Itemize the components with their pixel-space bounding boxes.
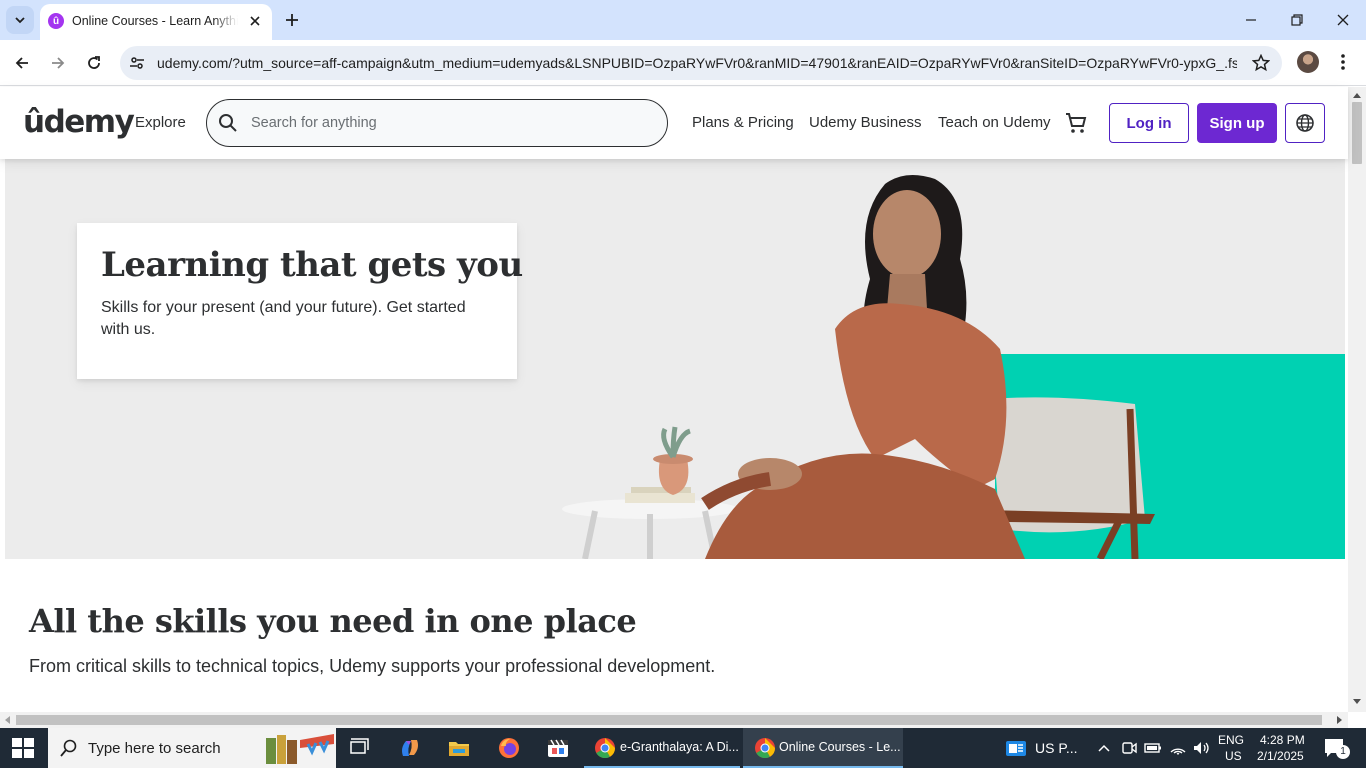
- reload-button[interactable]: [79, 48, 109, 78]
- login-button[interactable]: Log in: [1109, 103, 1189, 143]
- minimize-icon: [1246, 19, 1256, 21]
- language-button[interactable]: [1285, 103, 1325, 143]
- scroll-left-arrow[interactable]: [5, 716, 10, 724]
- browser-menu-button[interactable]: [1333, 52, 1353, 72]
- shopping-cart-icon[interactable]: [1064, 111, 1088, 135]
- udemy-favicon-icon: û: [48, 13, 64, 29]
- taskbar-app-egranthalaya[interactable]: e-Granthalaya: A Di...: [584, 728, 740, 768]
- language-indicator-top[interactable]: ENG: [1218, 733, 1244, 747]
- explore-menu[interactable]: Explore: [135, 114, 186, 131]
- restore-icon: [1291, 14, 1303, 26]
- tab-search-button[interactable]: [6, 6, 34, 34]
- reload-icon: [88, 56, 100, 69]
- scroll-down-arrow[interactable]: [1353, 699, 1361, 704]
- browser-tab-bar: û Online Courses - Learn Anything, On Yo…: [0, 0, 1366, 40]
- chrome-icon: [595, 738, 616, 759]
- profile-avatar[interactable]: [1297, 51, 1319, 73]
- taskbar-app-udemy[interactable]: Online Courses - Le...: [743, 728, 903, 768]
- taskbar-app-label: e-Granthalaya: A Di...: [620, 740, 739, 754]
- globe-icon: [1296, 114, 1314, 132]
- search-highlight-books-icon: [266, 734, 334, 764]
- arrow-left-icon: [15, 57, 28, 69]
- taskbar-search-text: Type here to search: [88, 740, 221, 757]
- tab-close-button[interactable]: [246, 12, 264, 30]
- vertical-scrollbar[interactable]: [1348, 87, 1366, 712]
- hero-banner: Learning that gets you Skills for your p…: [5, 159, 1345, 559]
- clock-date[interactable]: 2/1/2025: [1257, 749, 1304, 763]
- windows-start-icon[interactable]: [12, 738, 34, 758]
- search-bar: [206, 99, 668, 147]
- windows-taskbar: Type here to search e-Granthalaya: A Di.…: [0, 728, 1366, 768]
- weather-icon[interactable]: [1004, 736, 1028, 760]
- arrow-right-icon: [52, 57, 65, 69]
- notification-badge: 1: [1336, 745, 1350, 759]
- plus-icon: [286, 14, 298, 26]
- site-header: ûdemy Explore Plans & Pricing Udemy Busi…: [0, 87, 1348, 159]
- copilot-icon[interactable]: [398, 736, 422, 760]
- udemy-logo[interactable]: ûdemy: [23, 104, 135, 140]
- close-window-button[interactable]: [1329, 6, 1357, 34]
- udemy-business-link[interactable]: Udemy Business: [809, 114, 922, 131]
- new-tab-button[interactable]: [281, 9, 303, 31]
- weather-text[interactable]: US P...: [1035, 740, 1078, 756]
- vertical-scroll-thumb[interactable]: [1352, 102, 1362, 164]
- scroll-right-arrow[interactable]: [1337, 716, 1342, 724]
- language-indicator-bottom[interactable]: US: [1225, 749, 1242, 763]
- hero-subtitle: Skills for your present (and your future…: [101, 299, 466, 338]
- signup-button[interactable]: Sign up: [1197, 103, 1277, 143]
- browser-tab-udemy[interactable]: û Online Courses - Learn Anything, On Yo…: [40, 4, 272, 40]
- browser-toolbar: udemy.com/?utm_source=aff-campaign&utm_m…: [0, 40, 1366, 86]
- hero-illustration: [562, 175, 1155, 559]
- minimize-button[interactable]: [1237, 6, 1265, 34]
- horizontal-scrollbar[interactable]: [0, 712, 1348, 728]
- firefox-icon[interactable]: [497, 736, 521, 760]
- hero-title: Learning that gets you: [101, 245, 523, 285]
- teach-on-udemy-link[interactable]: Teach on Udemy: [938, 114, 1051, 131]
- chrome-icon: [755, 738, 776, 759]
- close-icon: [1337, 14, 1349, 26]
- more-vertical-icon: [1341, 54, 1345, 70]
- tab-title: Online Courses - Learn Anything, On Your…: [72, 14, 238, 28]
- clock-time[interactable]: 4:28 PM: [1260, 733, 1305, 747]
- close-icon: [250, 16, 260, 26]
- address-bar[interactable]: udemy.com/?utm_source=aff-campaign&utm_m…: [120, 46, 1282, 80]
- hero-card: Learning that gets you Skills for your p…: [77, 223, 523, 379]
- search-icon: [60, 739, 77, 757]
- taskbar-search-box[interactable]: Type here to search: [48, 728, 336, 768]
- bookmark-star-icon[interactable]: [1252, 54, 1270, 72]
- site-info-icon[interactable]: [128, 54, 146, 72]
- plans-pricing-link[interactable]: Plans & Pricing: [692, 114, 794, 131]
- battery-icon[interactable]: [1143, 738, 1163, 758]
- skills-heading: All the skills you need in one place: [29, 602, 637, 640]
- meet-now-icon[interactable]: [1119, 738, 1139, 758]
- file-explorer-icon[interactable]: [447, 736, 471, 760]
- wifi-icon[interactable]: [1168, 738, 1188, 758]
- video-editor-icon[interactable]: [546, 736, 570, 760]
- forward-button[interactable]: [43, 48, 73, 78]
- scroll-up-arrow[interactable]: [1353, 93, 1361, 98]
- task-view-icon[interactable]: [348, 736, 372, 760]
- search-icon[interactable]: [218, 113, 238, 133]
- back-button[interactable]: [7, 48, 37, 78]
- skills-subtitle: From critical skills to technical topics…: [29, 656, 716, 676]
- restore-button[interactable]: [1283, 6, 1311, 34]
- url-text[interactable]: udemy.com/?utm_source=aff-campaign&utm_m…: [157, 55, 1237, 71]
- horizontal-scroll-thumb[interactable]: [16, 715, 1322, 725]
- taskbar-app-label: Online Courses - Le...: [779, 740, 901, 754]
- volume-icon[interactable]: [1191, 738, 1211, 758]
- search-input[interactable]: [251, 112, 631, 134]
- chevron-up-icon[interactable]: [1094, 738, 1114, 758]
- chevron-down-icon: [15, 17, 25, 24]
